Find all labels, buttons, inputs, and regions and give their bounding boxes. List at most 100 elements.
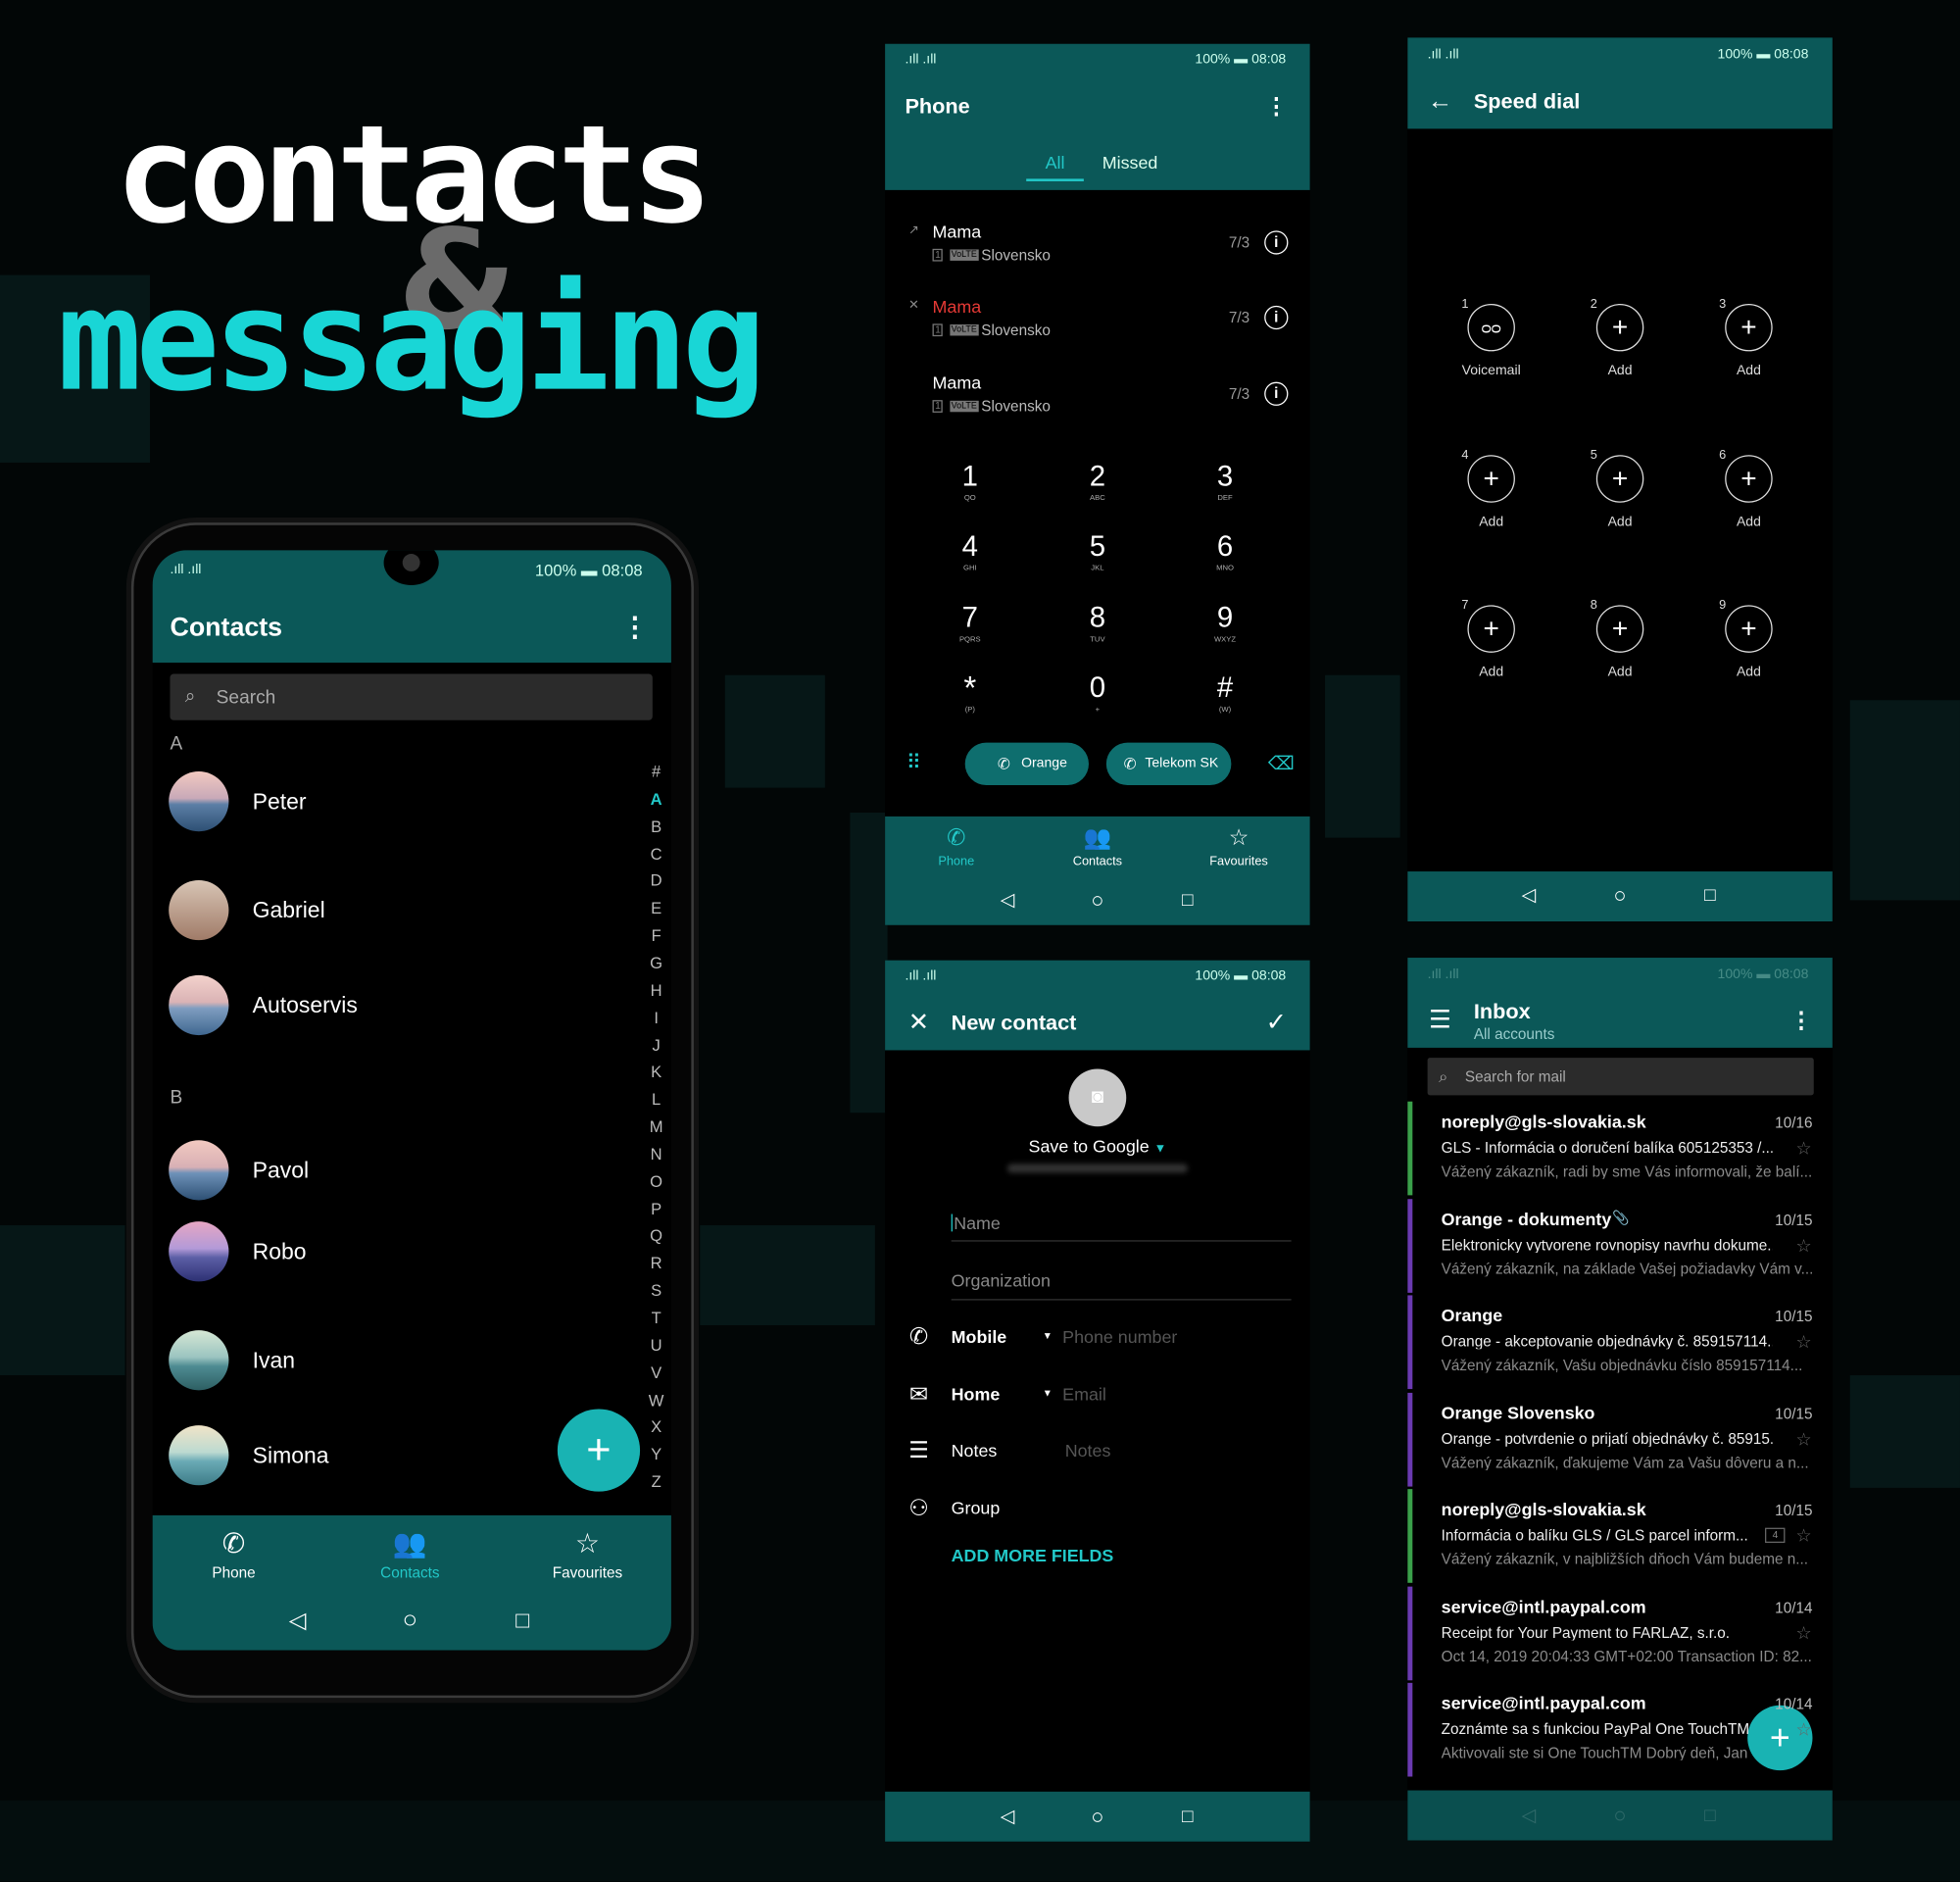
backspace-icon[interactable]: ⌫ xyxy=(1268,755,1295,773)
star-icon[interactable]: ☆ xyxy=(1796,1623,1812,1641)
star-icon[interactable]: ☆ xyxy=(1796,1333,1812,1351)
dial-key-3[interactable]: 3 DEF xyxy=(1175,449,1275,509)
index-letter-c[interactable]: C xyxy=(651,845,662,862)
field-row-group[interactable]: ⚇ Group xyxy=(885,1485,1310,1530)
info-icon[interactable]: i xyxy=(1264,381,1289,406)
index-letter-h[interactable]: H xyxy=(651,982,662,999)
tab-all[interactable]: All xyxy=(1046,154,1065,172)
index-letter-m[interactable]: M xyxy=(650,1118,663,1135)
email-row[interactable]: noreply@gls-slovakia.sk 10/15 Informácia o… xyxy=(1407,1489,1833,1584)
index-letter-k[interactable]: K xyxy=(651,1064,662,1080)
dial-key-*[interactable]: * (P) xyxy=(920,660,1020,719)
index-letter-j[interactable]: J xyxy=(652,1036,660,1053)
back-arrow-icon[interactable]: ← xyxy=(1428,89,1453,115)
index-letter-u[interactable]: U xyxy=(651,1337,662,1354)
email-row[interactable]: Orange 10/15 Orange - akceptovanie objedná… xyxy=(1407,1295,1833,1390)
close-icon[interactable]: ✕ xyxy=(908,1011,929,1036)
recents-nav-icon[interactable]: □ xyxy=(1182,891,1194,910)
index-letter-a[interactable]: A xyxy=(651,791,662,808)
index-letter-s[interactable]: S xyxy=(651,1282,662,1299)
index-letter-f[interactable]: F xyxy=(652,927,662,944)
dial-key-5[interactable]: 5 JKL xyxy=(1048,519,1148,578)
tab-missed[interactable]: Missed xyxy=(1102,154,1158,172)
add-more-fields-button[interactable]: ADD MORE FIELDS xyxy=(952,1547,1114,1564)
home-nav-icon[interactable]: ○ xyxy=(1091,890,1103,912)
dial-key-#[interactable]: # (W) xyxy=(1175,660,1275,719)
dial-key-9[interactable]: 9 WXYZ xyxy=(1175,590,1275,650)
field-input[interactable]: Email xyxy=(1062,1385,1106,1403)
field-input[interactable]: Notes xyxy=(1065,1442,1111,1460)
save-check-icon[interactable]: ✓ xyxy=(1266,1011,1287,1036)
hamburger-menu-icon[interactable]: ☰ xyxy=(1429,1008,1451,1033)
call-log-row[interactable]: ↗ Mama 1 VoLTE Slovensko 7/3 i xyxy=(885,209,1310,272)
recents-nav-icon[interactable]: □ xyxy=(1704,1806,1716,1824)
back-nav-icon[interactable]: ◁ xyxy=(289,1610,307,1632)
call-orange-button[interactable]: ✆ Orange xyxy=(964,742,1089,786)
index-letter-hash[interactable]: # xyxy=(652,764,661,780)
speed-dial-slot-2[interactable]: 2 + Add xyxy=(1570,277,1670,390)
nav-tab-phone[interactable]: ✆ Phone xyxy=(906,818,1006,874)
speed-dial-slot-9[interactable]: 9 + Add xyxy=(1698,579,1798,692)
back-nav-icon[interactable]: ◁ xyxy=(1522,886,1537,905)
index-letter-l[interactable]: L xyxy=(652,1091,661,1108)
contact-row[interactable]: Pavol xyxy=(153,1133,628,1209)
contact-row[interactable]: Autoservis xyxy=(153,967,628,1043)
index-letter-y[interactable]: Y xyxy=(651,1446,662,1462)
index-letter-d[interactable]: D xyxy=(651,872,662,889)
index-letter-n[interactable]: N xyxy=(651,1146,662,1163)
email-row[interactable]: Orange - dokumenty 📎 10/15 Elektronicky vyt… xyxy=(1407,1198,1833,1294)
index-letter-o[interactable]: O xyxy=(650,1173,662,1190)
recents-nav-icon[interactable]: □ xyxy=(515,1610,529,1632)
search-input[interactable]: ⌕ Search xyxy=(170,673,653,720)
field-row-home[interactable]: ✉ Home ▼ Email xyxy=(885,1371,1310,1416)
speed-dial-slot-6[interactable]: 6 + Add xyxy=(1698,428,1798,541)
call-log-row[interactable]: Mama 1 VoLTE Slovensko 7/3 i xyxy=(885,360,1310,422)
nav-tab-favourites[interactable]: ☆ Favourites xyxy=(531,1519,644,1588)
field-row-mobile[interactable]: ✆ Mobile ▼ Phone number xyxy=(885,1314,1310,1360)
home-nav-icon[interactable]: ○ xyxy=(1614,884,1627,906)
back-nav-icon[interactable]: ◁ xyxy=(1522,1806,1537,1824)
caret-down-icon[interactable]: ▼ xyxy=(1043,1331,1053,1341)
back-nav-icon[interactable]: ◁ xyxy=(1001,891,1015,910)
home-nav-icon[interactable]: ○ xyxy=(1091,1806,1103,1827)
speed-dial-slot-3[interactable]: 3 + Add xyxy=(1698,277,1798,390)
home-nav-icon[interactable]: ○ xyxy=(1614,1805,1627,1826)
more-menu-icon[interactable]: ⋮ xyxy=(1790,1009,1813,1031)
contact-row[interactable]: Peter xyxy=(153,764,628,839)
name-field[interactable]: Name xyxy=(951,1213,1001,1232)
contact-row[interactable]: Robo xyxy=(153,1214,628,1290)
call-telekom-button[interactable]: ✆ Telekom SK xyxy=(1105,742,1232,786)
search-input[interactable]: ⌕ Search for mail xyxy=(1427,1058,1814,1096)
index-letter-x[interactable]: X xyxy=(651,1419,662,1436)
speed-dial-slot-4[interactable]: 4 + Add xyxy=(1442,428,1542,541)
dial-key-7[interactable]: 7 PQRS xyxy=(920,590,1020,650)
speed-dial-slot-1[interactable]: 1 ᴑᴑ Voicemail xyxy=(1442,277,1542,390)
organization-field[interactable]: Organization xyxy=(952,1271,1051,1289)
email-row[interactable]: Orange Slovensko 10/15 Orange - potvrdenie… xyxy=(1407,1392,1833,1487)
more-menu-icon[interactable]: ⋮ xyxy=(621,614,649,641)
dial-key-0[interactable]: 0 + xyxy=(1048,660,1148,719)
caret-down-icon[interactable]: ▼ xyxy=(1043,1388,1053,1399)
dial-key-2[interactable]: 2 ABC xyxy=(1048,449,1148,509)
index-letter-b[interactable]: B xyxy=(651,817,662,834)
index-letter-q[interactable]: Q xyxy=(650,1227,662,1244)
more-menu-icon[interactable]: ⋮ xyxy=(1265,95,1288,118)
index-letter-p[interactable]: P xyxy=(651,1201,662,1217)
home-nav-icon[interactable]: ○ xyxy=(403,1608,417,1633)
field-type-label[interactable]: Mobile xyxy=(952,1328,1007,1346)
add-photo-button[interactable]: ◙ xyxy=(1068,1068,1127,1127)
star-icon[interactable]: ☆ xyxy=(1796,1139,1812,1157)
index-letter-t[interactable]: T xyxy=(652,1310,662,1326)
contact-row[interactable]: Ivan xyxy=(153,1322,628,1398)
email-row[interactable]: noreply@gls-slovakia.sk 10/16 GLS - Inform… xyxy=(1407,1101,1833,1197)
speed-dial-slot-7[interactable]: 7 + Add xyxy=(1442,579,1542,692)
recents-nav-icon[interactable]: □ xyxy=(1182,1808,1194,1826)
index-letter-e[interactable]: E xyxy=(651,900,662,916)
dial-key-8[interactable]: 8 TUV xyxy=(1048,590,1148,650)
nav-tab-contacts[interactable]: 👥 Contacts xyxy=(1048,818,1148,874)
field-row-notes[interactable]: ☰ Notes Notes xyxy=(885,1428,1310,1473)
dial-key-4[interactable]: 4 GHI xyxy=(920,519,1020,578)
star-icon[interactable]: ☆ xyxy=(1796,1720,1812,1738)
info-icon[interactable]: i xyxy=(1264,230,1289,255)
star-icon[interactable]: ☆ xyxy=(1796,1526,1812,1544)
